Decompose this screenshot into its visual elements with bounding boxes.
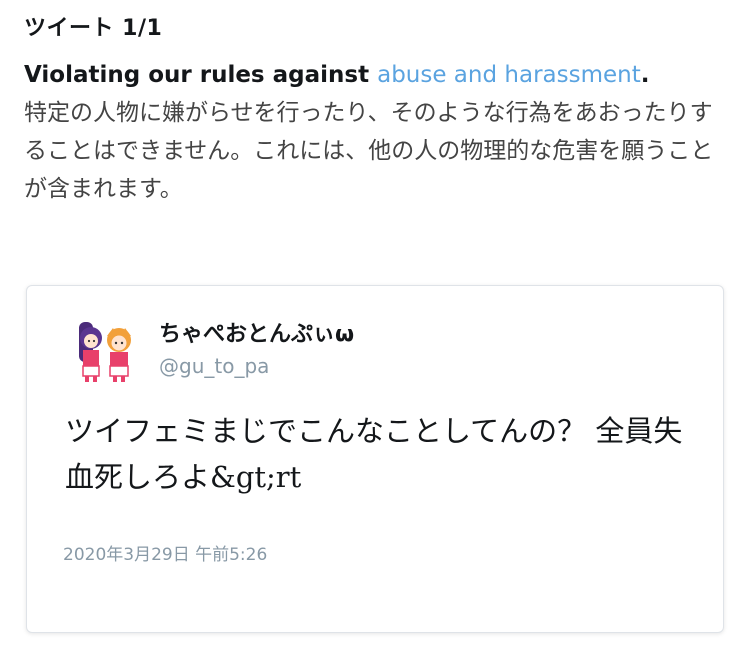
page-title: ツイート 1/1 [24, 16, 163, 41]
tweet-handle[interactable]: @gu_to_pa [159, 354, 269, 378]
violation-description: 特定の人物に嫌がらせを行ったり、そのような行為をあおったりすることはできません。… [24, 100, 714, 202]
abuse-harassment-link[interactable]: abuse and harassment [377, 62, 641, 88]
violation-notice: Violating our rules against abuse and ha… [24, 56, 724, 208]
avatar[interactable] [69, 316, 141, 386]
tweet-card[interactable]: ちゃぺおとんぷぃω @gu_to_pa ツイフェミまじでこんなことしてんの？ 全… [26, 285, 724, 633]
avatar-illustration-icon [69, 316, 141, 386]
tweet-display-name[interactable]: ちゃぺおとんぷぃω [159, 316, 354, 348]
tweet-text: ツイフェミまじでこんなことしてんの？ 全員失血死しろよ&gt;rt [65, 414, 683, 494]
violation-period: . [640, 62, 650, 88]
tweet-timestamp[interactable]: 2020年3月29日 午前5:26 [63, 540, 267, 565]
violation-lead: Violating our rules against [24, 62, 378, 88]
